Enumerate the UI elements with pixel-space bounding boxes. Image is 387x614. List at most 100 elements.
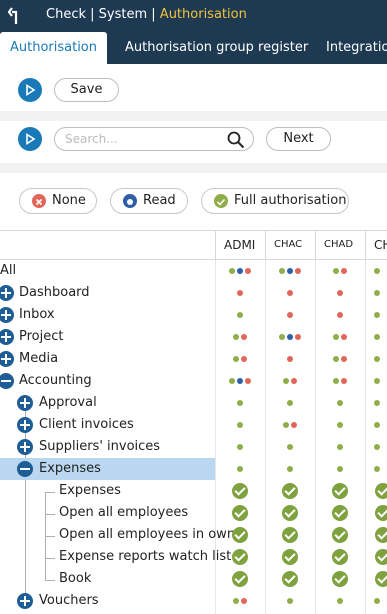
tree-row[interactable]: Client invoices [0, 414, 387, 436]
permission-cell[interactable] [265, 304, 315, 326]
permission-cell[interactable] [265, 348, 315, 370]
tree-row[interactable]: Media [0, 348, 387, 370]
permission-cell[interactable] [365, 546, 387, 568]
tree-row[interactable]: Book [0, 568, 387, 590]
tree-row-label-area[interactable]: Expense reports watch list [0, 546, 231, 568]
expand-icon[interactable] [17, 593, 33, 609]
permission-cell[interactable] [315, 260, 365, 282]
permission-cell[interactable] [315, 524, 365, 546]
tree-row-label-area[interactable]: Approval [0, 392, 215, 414]
tree-row-label-area[interactable]: Expenses [0, 480, 215, 502]
permission-cell[interactable] [365, 348, 387, 370]
expand-icon[interactable] [0, 285, 14, 301]
permission-cell[interactable] [365, 326, 387, 348]
permission-cell[interactable] [215, 458, 265, 480]
tree-row[interactable]: Approval [0, 392, 387, 414]
permission-cell[interactable] [215, 282, 265, 304]
tab-authorisation[interactable]: Authorisation [0, 32, 107, 64]
save-button[interactable]: Save [54, 78, 119, 102]
permission-cell[interactable] [265, 326, 315, 348]
permission-cell[interactable] [315, 414, 365, 436]
permission-cell[interactable] [265, 458, 315, 480]
expand-icon[interactable] [17, 395, 33, 411]
legend-full-button[interactable]: Full authorisation [201, 188, 349, 214]
tree-row[interactable]: Expenses [0, 480, 387, 502]
tree-row[interactable]: Suppliers' invoices [0, 436, 387, 458]
permission-cell[interactable] [365, 568, 387, 590]
tree-row[interactable]: Open all employees in own [0, 524, 387, 546]
permission-cell[interactable] [265, 590, 315, 612]
permission-cell[interactable] [215, 546, 265, 568]
column-header[interactable]: CHAD [315, 231, 365, 259]
permission-cell[interactable] [215, 348, 265, 370]
column-header[interactable]: CHAC [265, 231, 315, 259]
tree-row-label-area[interactable]: Dashboard [0, 282, 215, 304]
permission-cell[interactable] [365, 480, 387, 502]
permission-cell[interactable] [365, 414, 387, 436]
permission-cell[interactable] [265, 436, 315, 458]
legend-read-button[interactable]: Read [110, 188, 188, 214]
tree-row[interactable]: All [0, 260, 387, 282]
expand-icon[interactable] [0, 351, 14, 367]
permission-cell[interactable] [315, 458, 365, 480]
permission-cell[interactable] [215, 568, 265, 590]
search-input[interactable] [65, 131, 215, 147]
permission-cell[interactable] [215, 590, 265, 612]
expand-icon[interactable] [17, 417, 33, 433]
permission-cell[interactable] [315, 546, 365, 568]
permission-cell[interactable] [315, 480, 365, 502]
tree-row-label-area[interactable]: Vouchers [0, 590, 215, 612]
permission-cell[interactable] [365, 392, 387, 414]
permission-cell[interactable] [315, 436, 365, 458]
column-header[interactable]: CH [365, 231, 387, 259]
permission-cell[interactable] [265, 260, 315, 282]
collapse-icon[interactable] [0, 373, 14, 389]
permission-cell[interactable] [215, 392, 265, 414]
permission-cell[interactable] [265, 502, 315, 524]
tree-row-label-area[interactable]: Media [0, 348, 215, 370]
tree-row[interactable]: Expense reports watch list [0, 546, 387, 568]
permission-cell[interactable] [365, 304, 387, 326]
tree-row[interactable]: Expenses [0, 458, 387, 480]
permission-cell[interactable] [265, 282, 315, 304]
permission-cell[interactable] [315, 326, 365, 348]
permission-cell[interactable] [365, 590, 387, 612]
tab-integration[interactable]: Integration [326, 32, 387, 64]
permission-cell[interactable] [265, 392, 315, 414]
next-button[interactable]: Next [266, 127, 331, 151]
permission-cell[interactable] [265, 524, 315, 546]
collapse-icon[interactable] [17, 461, 33, 477]
expand-icon[interactable] [0, 329, 14, 345]
permission-cell[interactable] [315, 590, 365, 612]
permission-cell[interactable] [365, 458, 387, 480]
tree-row-label-area[interactable]: Suppliers' invoices [0, 436, 215, 458]
expand-icon[interactable] [17, 439, 33, 455]
permission-cell[interactable] [315, 348, 365, 370]
tree-row[interactable]: Open all employees [0, 502, 387, 524]
tree-row[interactable]: Vouchers [0, 590, 387, 612]
permission-cell[interactable] [365, 282, 387, 304]
tree-row[interactable]: Dashboard [0, 282, 387, 304]
permission-cell[interactable] [215, 524, 265, 546]
breadcrumb-check[interactable]: Check [46, 7, 86, 22]
permission-cell[interactable] [215, 326, 265, 348]
legend-none-button[interactable]: None [19, 188, 97, 214]
tree-row-label-area[interactable]: Expenses [0, 458, 215, 480]
tree-row-label-area[interactable]: Open all employees in own [0, 524, 235, 546]
permission-cell[interactable] [315, 392, 365, 414]
tree-row[interactable]: Inbox [0, 304, 387, 326]
tree-row-label-area[interactable]: Accounting [0, 370, 215, 392]
permission-cell[interactable] [365, 502, 387, 524]
permission-cell[interactable] [265, 480, 315, 502]
tree-row-label-area[interactable]: Project [0, 326, 215, 348]
tree-row[interactable]: Project [0, 326, 387, 348]
permission-cell[interactable] [315, 304, 365, 326]
breadcrumb-system[interactable]: System [99, 7, 147, 22]
permission-cell[interactable] [315, 282, 365, 304]
permission-cell[interactable] [215, 304, 265, 326]
back-icon[interactable] [7, 6, 26, 26]
permission-cell[interactable] [265, 414, 315, 436]
permission-cell[interactable] [315, 502, 365, 524]
permission-cell[interactable] [265, 568, 315, 590]
permission-cell[interactable] [215, 260, 265, 282]
